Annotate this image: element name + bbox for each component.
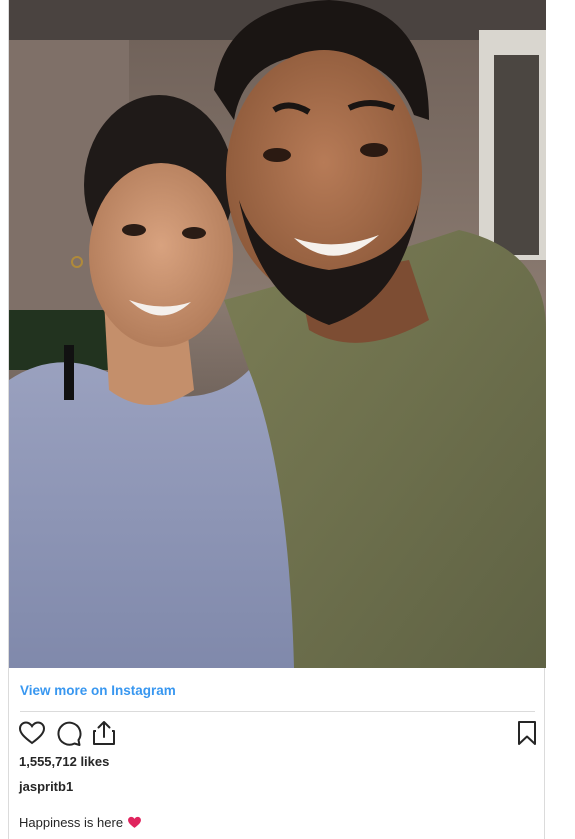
caption-text: Happiness is here [19,815,124,830]
bookmark-icon[interactable] [513,719,541,747]
likes-count[interactable]: 1,555,712 likes [19,754,109,769]
red-heart-emoji-icon [127,815,142,832]
action-bar [18,719,538,747]
share-icon[interactable] [90,719,118,747]
instagram-embed: View more on Instagram 1,555,712 likes j… [8,0,546,839]
post-photo-illustration [9,0,546,668]
username[interactable]: jaspritb1 [19,779,73,794]
heart-icon[interactable] [18,719,46,747]
divider [20,711,535,712]
post-caption: Happiness is here [19,815,142,832]
comment-icon[interactable] [54,719,82,747]
view-more-link[interactable]: View more on Instagram [20,683,176,698]
post-photo[interactable] [9,0,546,668]
